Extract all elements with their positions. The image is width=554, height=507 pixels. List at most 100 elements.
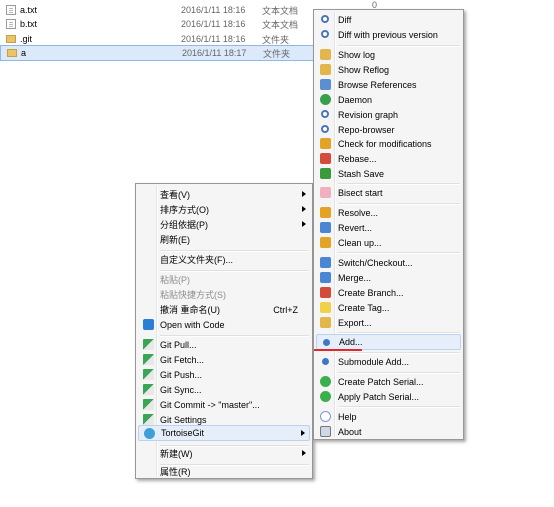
repo-browser-icon: [321, 125, 329, 133]
submenu-item-resolve[interactable]: Resolve...: [316, 205, 461, 220]
merge-icon: [320, 272, 331, 283]
submenu-item-rebase[interactable]: Rebase...: [316, 151, 461, 166]
daemon-icon: [320, 94, 331, 105]
folder-icon: [6, 35, 16, 43]
submenu-arrow-icon: [302, 450, 306, 456]
menu-item-new[interactable]: 新建(W): [138, 446, 310, 461]
submenu-item-revision-graph[interactable]: Revision graph: [316, 107, 461, 122]
menu-item-git-commit[interactable]: Git Commit -> "master"...: [138, 397, 310, 412]
add-icon: [323, 339, 330, 346]
menu-item-paste[interactable]: 粘贴(P): [138, 272, 310, 287]
bisect-icon: [320, 187, 331, 198]
submenu-item-apply-patch[interactable]: Apply Patch Serial...: [316, 389, 461, 404]
submenu-item-export[interactable]: Export...: [316, 315, 461, 330]
shortcut-label: Ctrl+Z: [273, 304, 298, 315]
menu-item-git-fetch[interactable]: Git Fetch...: [138, 352, 310, 367]
git-commit-icon: [143, 399, 154, 410]
submenu-arrow-icon: [302, 206, 306, 212]
submodule-add-icon: [322, 358, 329, 365]
submenu-item-stash-save[interactable]: Stash Save: [316, 166, 461, 181]
file-date: 2016/1/11 18:17: [182, 48, 247, 58]
submenu-item-show-reflog[interactable]: Show Reflog: [316, 62, 461, 77]
menu-item-undo-rename[interactable]: 撤消 重命名(U) Ctrl+Z: [138, 302, 310, 317]
tortoisegit-icon: [144, 428, 155, 439]
file-name: a.txt: [20, 5, 38, 15]
branch-icon: [320, 287, 331, 298]
git-pull-icon: [143, 339, 154, 350]
submenu-item-check-mods[interactable]: Check for modifications: [316, 136, 461, 151]
submenu-item-create-patch[interactable]: Create Patch Serial...: [316, 374, 461, 389]
submenu-item-repo-browser[interactable]: Repo-browser: [316, 122, 461, 137]
menu-item-tortoisegit[interactable]: TortoiseGit: [138, 425, 310, 441]
text-file-icon: [6, 5, 16, 15]
switch-icon: [320, 257, 331, 268]
context-menu: 查看(V) 排序方式(O) 分组依据(P) 刷新(E) 自定义文件夹(F)...…: [135, 183, 313, 479]
clean-up-icon: [320, 237, 331, 248]
log-icon: [320, 49, 331, 60]
menu-separator: [338, 252, 460, 254]
submenu-item-bisect-start[interactable]: Bisect start: [316, 185, 461, 200]
submenu-item-diff[interactable]: Diff: [316, 12, 461, 27]
submenu-item-show-log[interactable]: Show log: [316, 47, 461, 62]
submenu-item-diff-prev[interactable]: Diff with previous version: [316, 27, 461, 42]
file-row[interactable]: a 2016/1/11 18:17 文件夹: [0, 45, 322, 61]
git-fetch-icon: [143, 354, 154, 365]
menu-item-group[interactable]: 分组依据(P): [138, 217, 310, 232]
file-type: 文件夹: [262, 34, 290, 45]
menu-separator: [338, 406, 460, 408]
menu-item-git-push[interactable]: Git Push...: [138, 367, 310, 382]
create-patch-icon: [320, 376, 331, 387]
git-push-icon: [143, 369, 154, 380]
menu-item-paste-shortcut[interactable]: 粘贴快捷方式(S): [138, 287, 310, 302]
resolve-icon: [320, 207, 331, 218]
references-icon: [320, 79, 331, 90]
submenu-item-clean-up[interactable]: Clean up...: [316, 235, 461, 250]
menu-item-git-sync[interactable]: Git Sync...: [138, 382, 310, 397]
file-date: 2016/1/11 18:16: [181, 19, 246, 29]
tortoisegit-submenu: Diff Diff with previous version Show log…: [313, 9, 464, 440]
submenu-item-daemon[interactable]: Daemon: [316, 92, 461, 107]
menu-item-open-with-code[interactable]: Open with Code: [138, 317, 310, 332]
menu-item-properties[interactable]: 属性(R): [138, 465, 310, 477]
file-date: 2016/1/11 18:16: [181, 34, 246, 44]
file-name: .git: [20, 34, 33, 44]
file-row[interactable]: b.txt 2016/1/11 18:16 文本文档: [0, 17, 322, 31]
submenu-item-submodule-add[interactable]: Submodule Add...: [316, 354, 461, 369]
file-name: a: [21, 48, 27, 58]
diff-icon: [321, 15, 329, 23]
submenu-item-merge[interactable]: Merge...: [316, 270, 461, 285]
submenu-item-revert[interactable]: Revert...: [316, 220, 461, 235]
text-file-icon: [6, 19, 16, 29]
revision-graph-icon: [321, 110, 329, 118]
menu-item-sort[interactable]: 排序方式(O): [138, 202, 310, 217]
revert-icon: [320, 222, 331, 233]
git-settings-icon: [143, 414, 154, 425]
file-name: b.txt: [20, 19, 38, 29]
file-row[interactable]: .git 2016/1/11 18:16 文件夹: [0, 32, 322, 46]
submenu-item-switch-checkout[interactable]: Switch/Checkout...: [316, 255, 461, 270]
help-icon: [320, 411, 331, 422]
file-type: 文件夹: [263, 48, 291, 59]
reflog-icon: [320, 64, 331, 75]
menu-item-view[interactable]: 查看(V): [138, 187, 310, 202]
menu-item-git-pull[interactable]: Git Pull...: [138, 337, 310, 352]
menu-item-customize[interactable]: 自定义文件夹(F)...: [138, 252, 310, 267]
about-icon: [320, 426, 331, 437]
submenu-item-create-tag[interactable]: Create Tag...: [316, 300, 461, 315]
submenu-item-create-branch[interactable]: Create Branch...: [316, 285, 461, 300]
submenu-item-help[interactable]: Help: [316, 409, 461, 424]
submenu-item-add[interactable]: Add...: [316, 334, 461, 350]
check-modifications-icon: [320, 138, 331, 149]
submenu-arrow-icon: [302, 221, 306, 227]
submenu-item-about[interactable]: About: [316, 424, 461, 439]
submenu-item-browse-refs[interactable]: Browse References: [316, 77, 461, 92]
diff-icon: [321, 30, 329, 38]
git-sync-icon: [143, 384, 154, 395]
submenu-arrow-icon: [301, 430, 305, 436]
tag-icon: [320, 302, 331, 313]
file-row[interactable]: a.txt 2016/1/11 18:16 文本文档 0 KB: [0, 0, 384, 20]
menu-item-refresh[interactable]: 刷新(E): [138, 232, 310, 247]
stash-icon: [320, 168, 331, 179]
file-type: 文本文档: [262, 5, 299, 16]
vscode-icon: [143, 319, 154, 330]
